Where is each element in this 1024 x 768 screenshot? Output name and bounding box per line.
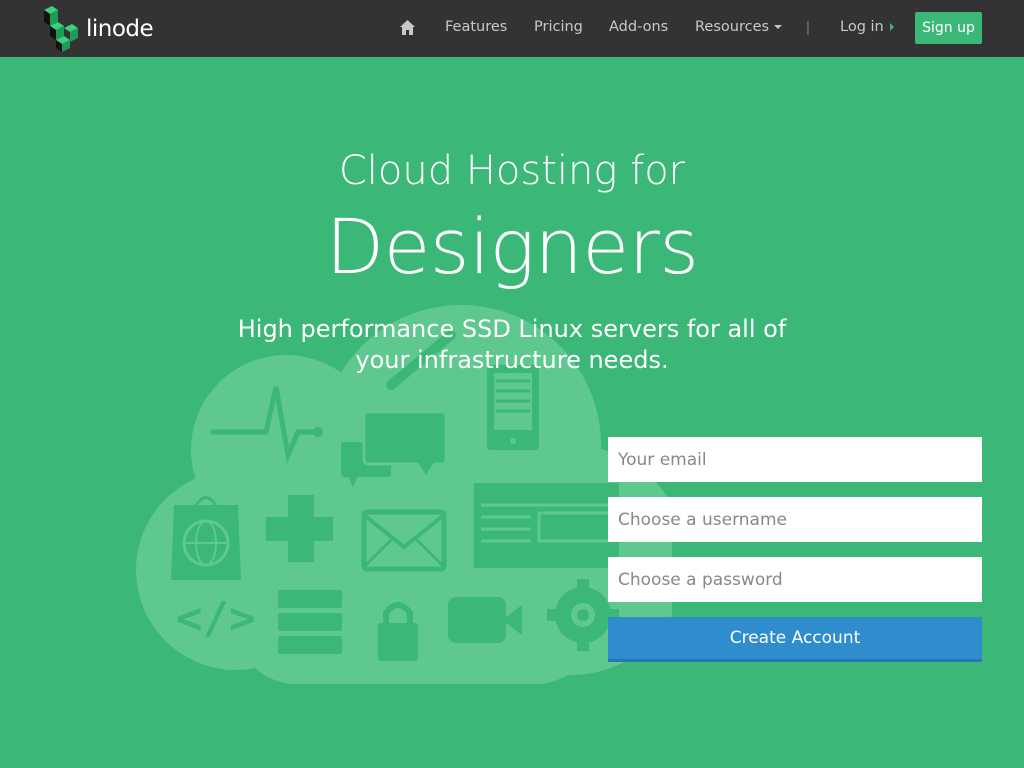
nav-link-features[interactable]: Features (445, 19, 507, 35)
nav-link-resources-label: Resources (695, 19, 770, 35)
code-icon: </> (176, 593, 255, 644)
username-input[interactable] (608, 497, 982, 542)
create-account-button[interactable]: Create Account (608, 617, 982, 662)
browser-window-icon (474, 483, 619, 568)
linode-logo[interactable]: linode (42, 5, 154, 52)
password-input[interactable] (608, 557, 982, 602)
home-icon[interactable] (399, 19, 416, 36)
email-input[interactable] (608, 437, 982, 482)
phone-icon (487, 365, 539, 450)
signup-button[interactable]: Sign up (915, 12, 982, 44)
brand-name: linode (86, 15, 154, 42)
shopping-bag-icon (171, 496, 241, 580)
nav-divider: | (806, 19, 810, 36)
linode-cube-logo-icon (44, 5, 78, 52)
server-stack-icon (278, 590, 342, 654)
arrow-right-icon (889, 23, 894, 31)
nav-link-resources[interactable]: Resources (695, 19, 783, 35)
hero-subtitle: High performance SSD Linux servers for a… (237, 315, 787, 374)
nav-link-pricing[interactable]: Pricing (534, 19, 583, 35)
nav-link-addons[interactable]: Add-ons (609, 19, 668, 35)
top-navbar: linode Features Pricing Add-ons Resource… (0, 0, 1024, 57)
nav-link-login[interactable]: Log in (840, 19, 894, 35)
caret-down-icon (774, 25, 783, 29)
hero-title-line2: Designers (325, 202, 699, 291)
hero-title-line1: Cloud Hosting for (338, 148, 686, 194)
nav-link-login-label: Log in (840, 19, 884, 35)
